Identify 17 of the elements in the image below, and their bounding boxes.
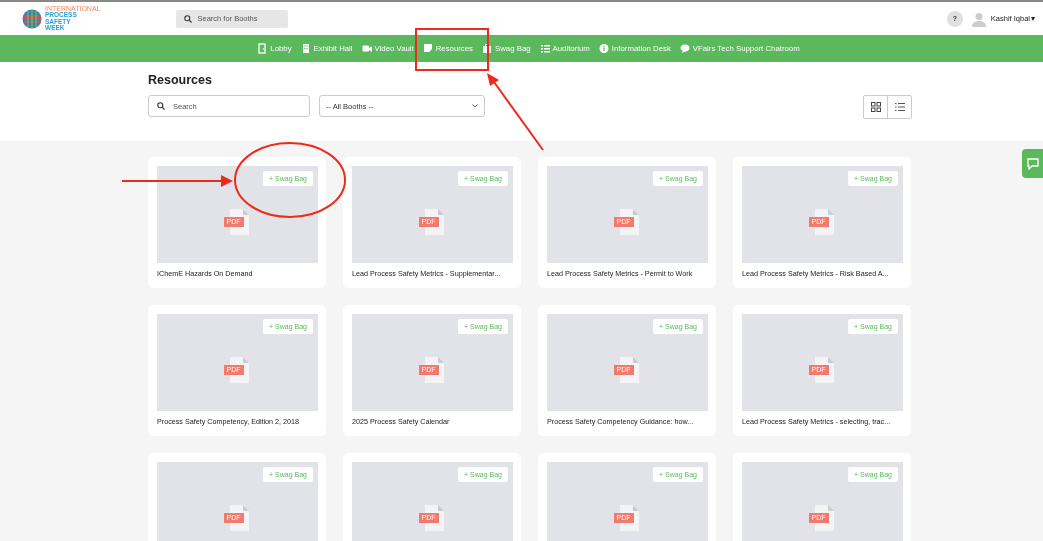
list-icon <box>539 43 550 54</box>
chat-icon <box>679 43 690 54</box>
chevron-down-icon <box>472 104 478 108</box>
list-icon <box>894 102 905 112</box>
globe-logo-icon <box>22 8 42 29</box>
search-icon <box>157 102 165 110</box>
page-title: Resources <box>148 73 213 87</box>
building-icon <box>300 43 311 54</box>
chat-icon <box>1026 157 1039 170</box>
search-icon <box>183 14 192 23</box>
grid-icon <box>870 102 881 112</box>
bag-icon <box>482 43 492 54</box>
avatar-icon <box>970 10 987 27</box>
note-icon <box>422 43 433 54</box>
info-icon <box>598 43 609 54</box>
door-icon <box>257 43 268 54</box>
camera-icon <box>361 43 372 54</box>
